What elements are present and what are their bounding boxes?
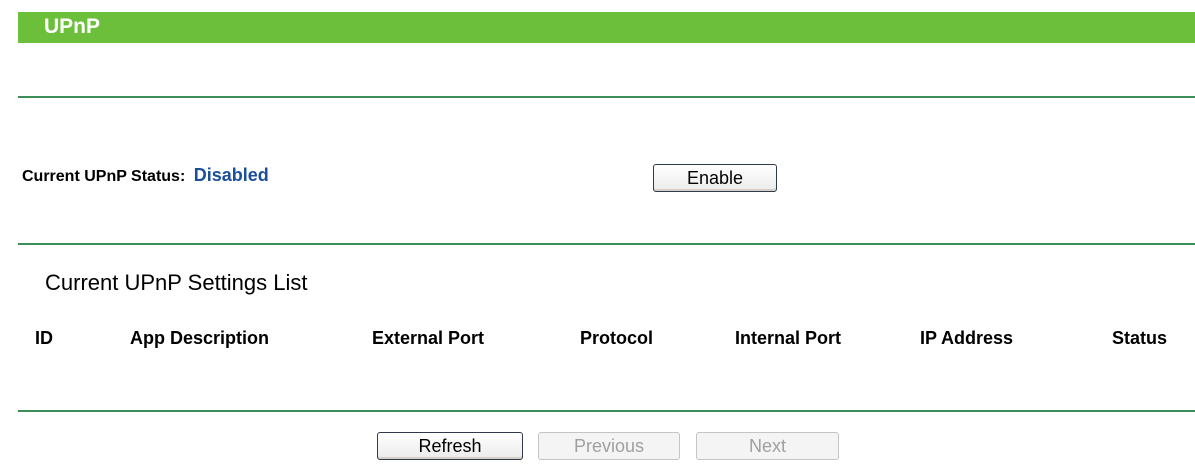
divider-top bbox=[18, 96, 1195, 98]
column-header-protocol: Protocol bbox=[580, 328, 654, 348]
divider-middle bbox=[18, 243, 1195, 245]
settings-list-title: Current UPnP Settings List bbox=[45, 270, 308, 295]
enable-button[interactable]: Enable bbox=[653, 164, 777, 192]
previous-button[interactable]: Previous bbox=[538, 432, 680, 460]
column-header-external-port: External Port bbox=[372, 328, 485, 348]
refresh-button[interactable]: Refresh bbox=[377, 432, 523, 460]
upnp-page: UPnP Current UPnP Status: Disabled Enabl… bbox=[0, 0, 1195, 472]
column-header-ip-address: IP Address bbox=[920, 328, 1014, 348]
upnp-status-value: Disabled bbox=[193, 165, 269, 185]
column-header-app-description: App Description bbox=[130, 328, 270, 348]
column-header-id: ID bbox=[35, 328, 53, 348]
upnp-status-label: Current UPnP Status: bbox=[22, 168, 186, 185]
column-header-status: Status bbox=[1112, 328, 1168, 348]
page-title: UPnP bbox=[44, 15, 101, 38]
upnp-status-row: Current UPnP Status: Disabled bbox=[22, 165, 269, 186]
divider-bottom bbox=[18, 410, 1195, 412]
next-button[interactable]: Next bbox=[696, 432, 839, 460]
title-bar: UPnP bbox=[18, 12, 1195, 43]
column-header-internal-port: Internal Port bbox=[735, 328, 842, 348]
